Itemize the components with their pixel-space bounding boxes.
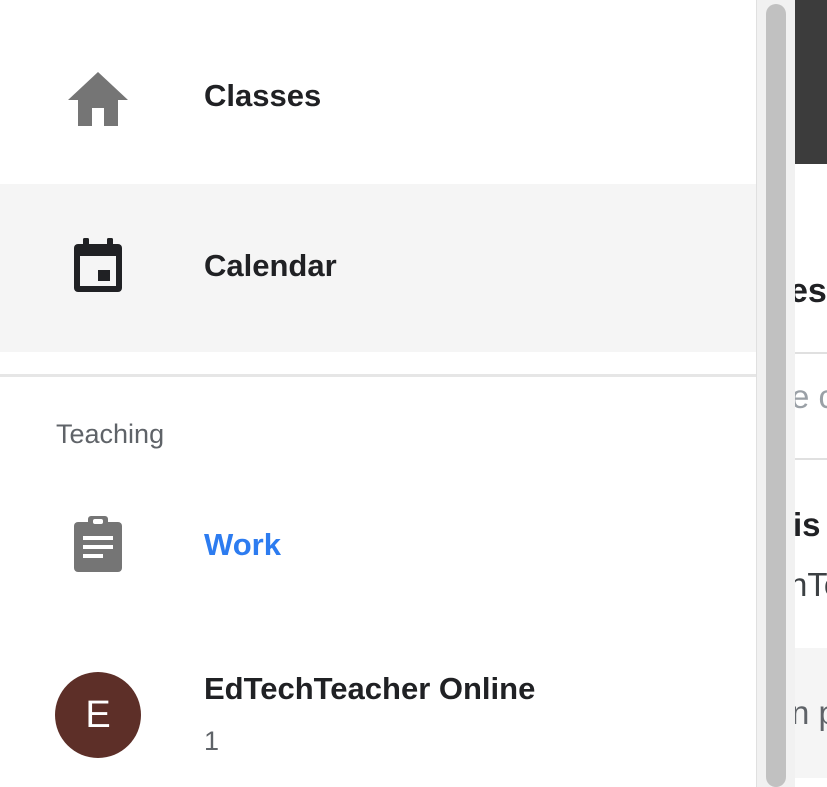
calendar-icon: [74, 238, 122, 292]
nav-label-calendar: Calendar: [204, 248, 337, 283]
background-text-2: e c: [795, 378, 827, 415]
background-divider: [795, 458, 827, 460]
background-text-1: es: [795, 272, 827, 310]
background-page: es e c is nTe n p: [795, 0, 827, 787]
background-divider: [795, 352, 827, 354]
class-name: EdTechTeacher Online: [204, 671, 536, 706]
navigation-drawer: Classes Calendar Teaching Work E EdTechT…: [0, 0, 756, 787]
divider: [0, 374, 756, 377]
background-text-4: nTe: [795, 566, 827, 603]
nav-item-calendar[interactable]: Calendar: [0, 184, 756, 352]
nav-item-classes[interactable]: Classes: [0, 14, 756, 182]
section-header-teaching: Teaching: [56, 419, 165, 449]
background-text-5: n p: [795, 694, 827, 731]
avatar: E: [55, 672, 141, 758]
background-text-3: is: [795, 506, 821, 543]
nav-label-classes: Classes: [204, 78, 322, 113]
home-icon: [68, 72, 128, 126]
class-item-edtechteacher[interactable]: E EdTechTeacher Online 1: [0, 648, 756, 787]
nav-label-work: Work: [204, 527, 281, 562]
class-count: 1: [204, 726, 220, 756]
assignment-icon: [74, 516, 122, 572]
scrollbar-thumb[interactable]: [766, 4, 786, 787]
background-header: [795, 0, 827, 164]
nav-item-work[interactable]: Work: [0, 490, 756, 600]
